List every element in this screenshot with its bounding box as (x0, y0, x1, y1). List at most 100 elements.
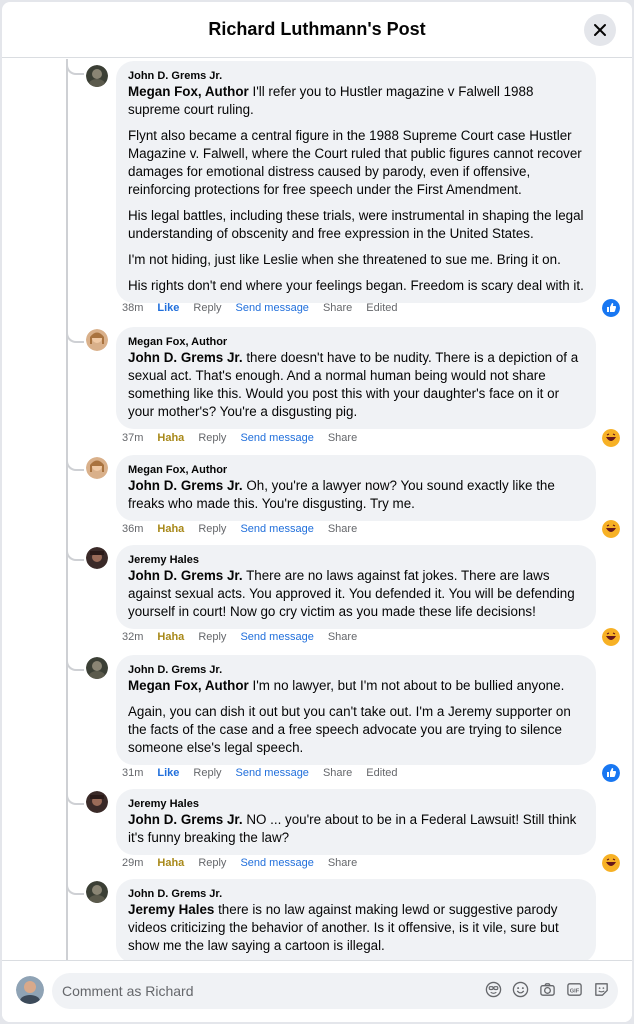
share-button[interactable]: Share (328, 631, 357, 643)
avatar-icon (86, 457, 108, 479)
haha-button[interactable]: Haha (157, 857, 184, 869)
avatar-icon (86, 791, 108, 813)
comment-bubble: Jeremy Hales John D. Grems Jr. There are… (116, 545, 596, 629)
avatar-icon (86, 65, 108, 87)
comment-text: I'm not hiding, just like Leslie when sh… (128, 252, 561, 267)
custom-sticker-icon[interactable] (485, 981, 502, 998)
comment-author[interactable]: Jeremy Hales (128, 553, 584, 567)
comment-actions: 36m Haha Reply Send message Share (122, 523, 357, 535)
thread-branch (66, 319, 84, 343)
thread-branch (66, 781, 84, 805)
gif-icon[interactable]: GIF (566, 981, 583, 998)
mention-link[interactable]: Megan Fox, Author (128, 678, 249, 693)
reply-button[interactable]: Reply (193, 767, 221, 779)
haha-reaction-icon[interactable] (602, 628, 620, 646)
haha-button[interactable]: Haha (157, 432, 184, 444)
like-reaction-icon[interactable] (602, 299, 620, 317)
send-message-button[interactable]: Send message (236, 302, 309, 314)
send-message-button[interactable]: Send message (240, 631, 313, 643)
close-icon (594, 24, 606, 36)
like-button[interactable]: Like (157, 767, 179, 779)
comment-time[interactable]: 32m (122, 631, 143, 643)
haha-reaction-icon[interactable] (602, 854, 620, 872)
avatar[interactable] (86, 791, 108, 813)
haha-button[interactable]: Haha (157, 631, 184, 643)
share-button[interactable]: Share (323, 302, 352, 314)
avatar-icon (16, 976, 44, 1004)
avatar-icon (86, 881, 108, 903)
avatar[interactable] (86, 457, 108, 479)
like-reaction-icon[interactable] (602, 764, 620, 782)
comment-text: His legal battles, including these trial… (128, 208, 584, 241)
dialog-header: Richard Luthmann's Post (2, 2, 632, 58)
comment-author[interactable]: John D. Grems Jr. (128, 69, 584, 83)
dialog-title: Richard Luthmann's Post (208, 19, 426, 39)
share-button[interactable]: Share (328, 857, 357, 869)
comment-text: Flynt also became a central figure in th… (128, 128, 582, 197)
comment-time[interactable]: 36m (122, 523, 143, 535)
reply-button[interactable]: Reply (198, 432, 226, 444)
send-message-button[interactable]: Send message (236, 767, 309, 779)
avatar[interactable] (16, 976, 44, 1004)
send-message-button[interactable]: Send message (240, 432, 313, 444)
thread-line (66, 59, 68, 960)
send-message-button[interactable]: Send message (240, 523, 313, 535)
comment-author[interactable]: John D. Grems Jr. (128, 887, 584, 901)
comment-actions: 31m Like Reply Send message Share Edited (122, 767, 398, 779)
reply-button[interactable]: Reply (198, 631, 226, 643)
comment-author[interactable]: Megan Fox, Author (128, 463, 584, 477)
comment-actions: 37m Haha Reply Send message Share (122, 432, 357, 444)
comment-feed[interactable]: John D. Grems Jr. Megan Fox, Author I'll… (2, 59, 632, 960)
avatar-icon (86, 547, 108, 569)
comment-bubble: John D. Grems Jr. Jeremy Hales there is … (116, 879, 596, 960)
comment-bubble: John D. Grems Jr. Megan Fox, Author I'll… (116, 61, 596, 303)
composer-icons: GIF (485, 981, 610, 998)
comment-composer: Comment as Richard GIF (2, 960, 632, 1022)
mention-link[interactable]: John D. Grems Jr. (128, 568, 243, 583)
post-dialog: Richard Luthmann's Post John D. Grems Jr… (2, 2, 632, 1022)
share-button[interactable]: Share (328, 523, 357, 535)
mention-link[interactable]: Jeremy Hales (128, 902, 214, 917)
comment-time[interactable]: 31m (122, 767, 143, 779)
share-button[interactable]: Share (328, 432, 357, 444)
comment-time[interactable]: 38m (122, 302, 143, 314)
comment-time[interactable]: 29m (122, 857, 143, 869)
mention-link[interactable]: John D. Grems Jr. (128, 812, 243, 827)
comment-bubble: Megan Fox, Author John D. Grems Jr. Oh, … (116, 455, 596, 521)
comment-placeholder: Comment as Richard (62, 983, 194, 999)
comment-time[interactable]: 37m (122, 432, 143, 444)
comment-author[interactable]: Megan Fox, Author (128, 335, 584, 349)
sticker-icon[interactable] (593, 981, 610, 998)
svg-text:GIF: GIF (570, 988, 580, 994)
comment-author[interactable]: John D. Grems Jr. (128, 663, 584, 677)
mention-link[interactable]: Megan Fox, Author (128, 84, 249, 99)
like-button[interactable]: Like (157, 302, 179, 314)
comment-author[interactable]: Jeremy Hales (128, 797, 584, 811)
comment-text: Again, you can dish it out but you can't… (128, 704, 571, 755)
emoji-icon[interactable] (512, 981, 529, 998)
reply-button[interactable]: Reply (193, 302, 221, 314)
send-message-button[interactable]: Send message (240, 857, 313, 869)
haha-reaction-icon[interactable] (602, 520, 620, 538)
thread-branch (66, 647, 84, 671)
comment-actions: 32m Haha Reply Send message Share (122, 631, 357, 643)
avatar[interactable] (86, 657, 108, 679)
camera-icon[interactable] (539, 981, 556, 998)
mention-link[interactable]: John D. Grems Jr. (128, 478, 243, 493)
avatar[interactable] (86, 547, 108, 569)
close-button[interactable] (584, 14, 616, 46)
thread-branch (66, 871, 84, 895)
reply-button[interactable]: Reply (198, 523, 226, 535)
avatar[interactable] (86, 329, 108, 351)
haha-reaction-icon[interactable] (602, 429, 620, 447)
share-button[interactable]: Share (323, 767, 352, 779)
haha-button[interactable]: Haha (157, 523, 184, 535)
reply-button[interactable]: Reply (198, 857, 226, 869)
comment-bubble: John D. Grems Jr. Megan Fox, Author I'm … (116, 655, 596, 765)
edited-label: Edited (366, 302, 398, 314)
avatar[interactable] (86, 881, 108, 903)
avatar[interactable] (86, 65, 108, 87)
edited-label: Edited (366, 767, 398, 779)
mention-link[interactable]: John D. Grems Jr. (128, 350, 243, 365)
comment-actions: 38m Like Reply Send message Share Edited (122, 302, 398, 314)
